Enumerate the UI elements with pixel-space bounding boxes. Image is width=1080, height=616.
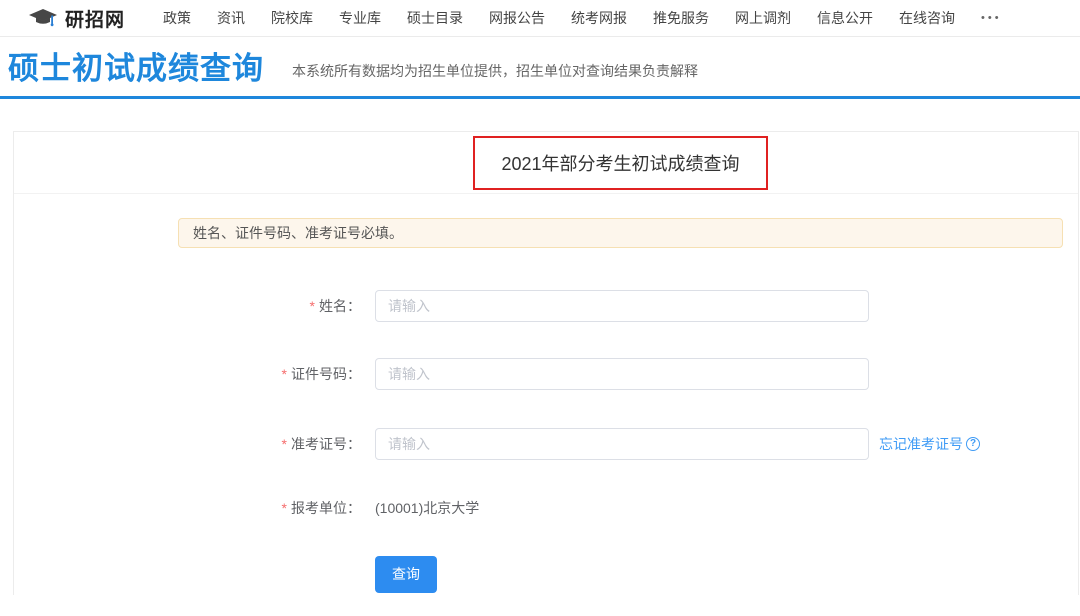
nav-item-info-disclosure[interactable]: 信息公开 xyxy=(817,8,873,28)
name-label: *姓名： xyxy=(178,296,361,316)
forgot-ticket-link[interactable]: 忘记准考证号 ? xyxy=(879,434,980,454)
name-input[interactable] xyxy=(375,290,869,322)
card-header: 2021年部分考生初试成绩查询 xyxy=(14,132,1078,194)
nav-menu: 政策 资讯 院校库 专业库 硕士目录 网报公告 统考网报 推免服务 网上调剂 信… xyxy=(163,8,955,28)
target-unit-value: (10001)北京大学 xyxy=(375,498,479,518)
required-mark: * xyxy=(282,436,287,452)
more-menu-icon[interactable]: ••• xyxy=(981,12,1002,24)
id-number-label: *证件号码： xyxy=(178,364,361,384)
form-row-id-number: *证件号码： xyxy=(178,358,1078,390)
nav-item-exempt-service[interactable]: 推免服务 xyxy=(653,8,709,28)
accent-divider xyxy=(0,96,1080,99)
top-navbar: 研招网 政策 资讯 院校库 专业库 硕士目录 网报公告 统考网报 推免服务 网上… xyxy=(0,0,1080,37)
page-title: 硕士初试成绩查询 xyxy=(8,53,264,86)
nav-item-major-library[interactable]: 专业库 xyxy=(339,8,381,28)
ticket-number-label: *准考证号： xyxy=(178,434,361,454)
required-fields-notice: 姓名、证件号码、准考证号必填。 xyxy=(178,218,1063,248)
nav-item-master-catalog[interactable]: 硕士目录 xyxy=(407,8,463,28)
id-number-input[interactable] xyxy=(375,358,869,390)
form-row-target-unit: *报考单位： (10001)北京大学 xyxy=(178,498,1078,518)
nav-item-news[interactable]: 资讯 xyxy=(217,8,245,28)
ticket-number-input[interactable] xyxy=(375,428,869,460)
submit-row: 查询 xyxy=(375,556,1078,593)
score-query-card: 2021年部分考生初试成绩查询 姓名、证件号码、准考证号必填。 *姓名： *证件… xyxy=(13,131,1079,595)
required-mark: * xyxy=(310,298,315,314)
brand-name: 研招网 xyxy=(65,5,125,32)
card-title: 2021年部分考生初试成绩查询 xyxy=(501,154,739,174)
page-heading: 硕士初试成绩查询 本系统所有数据均为招生单位提供，招生单位对查询结果负责解释 xyxy=(0,37,1080,96)
nav-item-online-adjustment[interactable]: 网上调剂 xyxy=(735,8,791,28)
nav-item-unified-exam-report[interactable]: 统考网报 xyxy=(571,8,627,28)
required-mark: * xyxy=(282,366,287,382)
target-unit-label: *报考单位： xyxy=(178,498,361,518)
nav-item-online-report-notice[interactable]: 网报公告 xyxy=(489,8,545,28)
form-row-ticket-number: *准考证号： 忘记准考证号 ? xyxy=(178,428,1078,460)
site-logo[interactable]: 研招网 xyxy=(28,5,125,32)
help-icon[interactable]: ? xyxy=(966,437,980,451)
nav-item-online-consult[interactable]: 在线咨询 xyxy=(899,8,955,28)
required-mark: * xyxy=(282,500,287,516)
page-subtitle: 本系统所有数据均为招生单位提供，招生单位对查询结果负责解释 xyxy=(292,61,698,86)
query-button[interactable]: 查询 xyxy=(375,556,437,593)
nav-item-college-library[interactable]: 院校库 xyxy=(271,8,313,28)
red-highlight-annotation: 2021年部分考生初试成绩查询 xyxy=(473,136,767,190)
graduation-cap-icon xyxy=(28,8,58,29)
nav-item-policy[interactable]: 政策 xyxy=(163,8,191,28)
form-row-name: *姓名： xyxy=(178,290,1078,322)
